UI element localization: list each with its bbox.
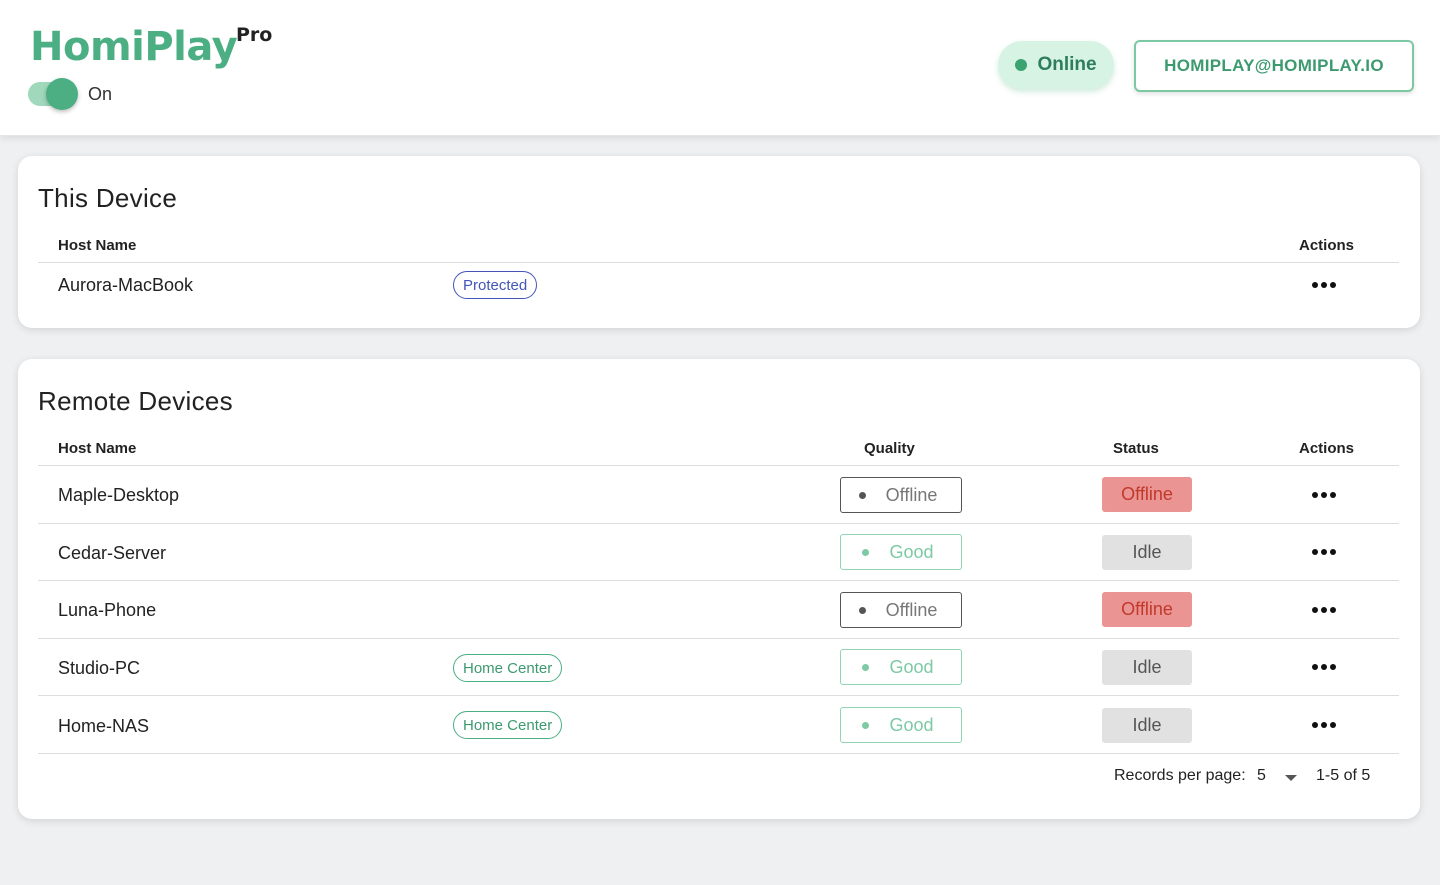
more-horizontal-icon [1312,282,1336,288]
row-divider [38,695,1399,696]
power-toggle[interactable]: On [28,78,113,110]
host-name: Studio-PC [58,658,141,678]
quality-label: Good [889,714,934,735]
more-horizontal-icon [1312,549,1336,555]
status-badge: Offline [1102,592,1192,627]
host-name: Maple-Desktop [58,485,180,505]
toggle-knob[interactable] [46,78,78,110]
more-actions-button[interactable] [1304,273,1344,297]
quality-dot-icon [858,606,866,614]
quality-label: Good [889,541,934,562]
column-header-quality: Quality [864,440,915,457]
quality-badge: Offline [840,477,962,513]
host-name: Aurora-MacBook [58,275,194,295]
more-actions-button[interactable] [1304,483,1344,507]
quality-badge: Offline [840,592,962,628]
remote-devices-card: Remote Devices Host Name Quality Status … [18,359,1420,819]
quality-label: Good [889,656,934,677]
home-center-tag: Home Center [453,654,563,682]
status-badge: Idle [1102,535,1192,570]
pagination-range: 1-5 of 5 [1316,767,1371,784]
quality-dot-icon [862,548,870,556]
quality-dot-icon [862,663,870,671]
more-actions-button[interactable] [1304,713,1344,737]
toggle-track[interactable] [28,78,78,110]
status-badge: Idle [1102,708,1192,743]
status-badge: Offline [1102,477,1192,512]
column-header-status: Status [1113,440,1159,457]
more-actions-button[interactable] [1304,598,1344,622]
more-horizontal-icon [1312,664,1336,670]
more-actions-button[interactable] [1304,540,1344,564]
connection-status-label: Online [1037,54,1097,75]
quality-badge: Good [840,707,962,743]
quality-badge: Good [840,534,962,570]
host-name: Luna-Phone [58,600,157,620]
host-name: Cedar-Server [58,543,167,563]
app-header: HomiPlay Pro On Online HOMIPLAY@HOMIPLAY… [0,0,1440,136]
column-header-host: Host Name [58,440,137,457]
chevron-down-icon[interactable] [1285,775,1297,781]
quality-dot-icon [858,491,866,499]
host-name: Home-NAS [58,716,150,736]
row-divider [38,638,1399,639]
column-header-host: Host Name [58,237,137,254]
online-dot-icon [1015,59,1028,71]
home-center-tag: Home Center [453,711,563,739]
brand-logo: HomiPlay Pro [30,24,272,70]
table-divider [38,465,1399,466]
pagination-footer: Records per page: 5 1-5 of 5 [18,765,1420,789]
table-divider [38,262,1399,263]
account-email-button[interactable]: HOMIPLAY@HOMIPLAY.IO [1134,40,1414,92]
column-header-actions: Actions [1299,440,1355,457]
row-divider [38,523,1399,524]
quality-label: Offline [885,599,938,620]
row-divider [38,753,1399,754]
records-per-page-select[interactable]: 5 [1257,767,1266,785]
more-horizontal-icon [1312,722,1336,728]
connection-status-badge: Online [998,41,1114,89]
row-divider [38,580,1399,581]
more-horizontal-icon [1312,607,1336,613]
more-horizontal-icon [1312,492,1336,498]
remote-devices-title: Remote Devices [38,386,233,416]
records-per-page-label: Records per page: [1114,767,1246,784]
brand-tier-badge: Pro [236,24,273,46]
quality-label: Offline [885,484,938,505]
quality-badge: Good [840,649,962,685]
status-badge: Idle [1102,650,1192,685]
more-actions-button[interactable] [1304,655,1344,679]
protected-tag: Protected [453,271,538,299]
quality-dot-icon [862,721,870,729]
toggle-label: On [88,83,113,104]
brand-name: HomiPlay [30,24,238,70]
this-device-title: This Device [38,183,178,213]
this-device-card: This Device Host Name Actions Aurora-Mac… [18,156,1420,328]
column-header-actions: Actions [1299,237,1355,254]
